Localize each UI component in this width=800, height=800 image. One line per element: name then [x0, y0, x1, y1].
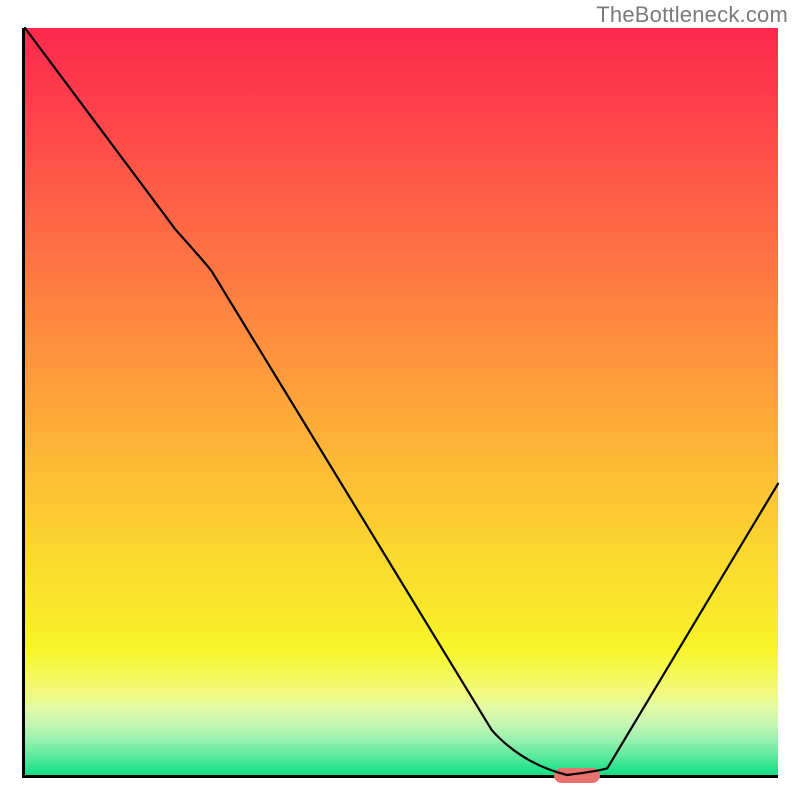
plot-area	[22, 28, 778, 778]
watermark-text: TheBottleneck.com	[596, 2, 788, 28]
curve-svg	[25, 28, 778, 775]
bottleneck-curve-path	[25, 28, 778, 775]
